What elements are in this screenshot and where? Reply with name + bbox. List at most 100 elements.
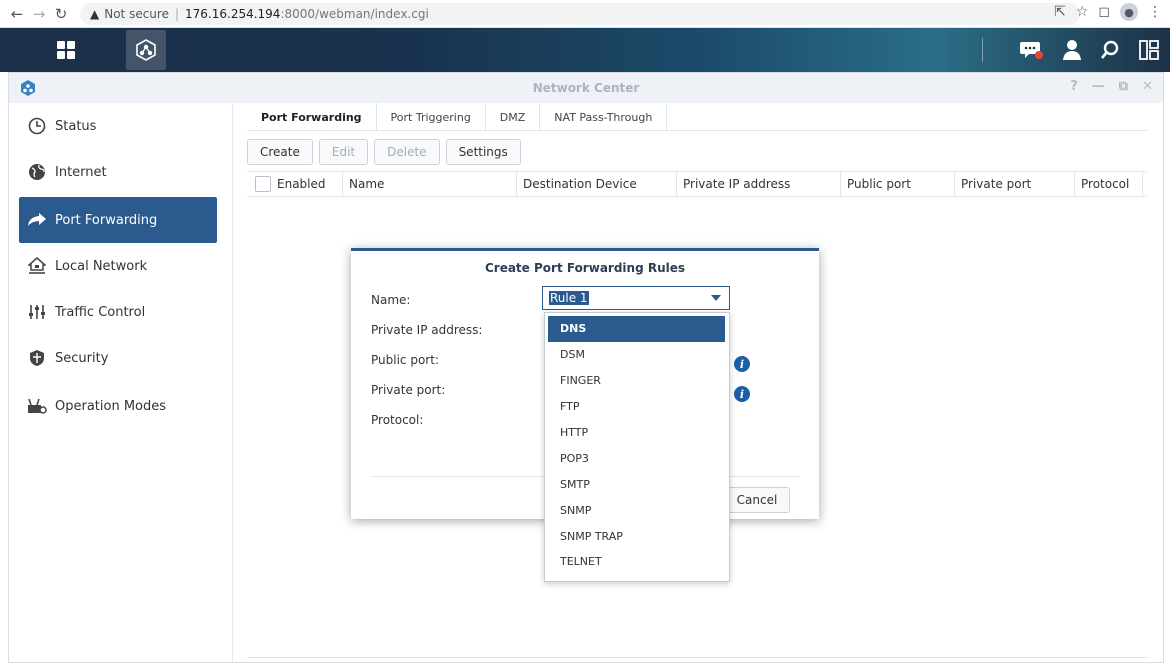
service-dropdown-list: DNS DSM FINGER FTP HTTP POP3 SMTP SNMP S… [544,312,730,582]
sidebar-item-label: Operation Modes [55,398,167,414]
dropdown-option-dsm[interactable]: DSM [548,342,725,368]
url-host: 176.16.254.194 [185,6,281,21]
public-port-label: Public port: [371,353,439,367]
name-label: Name: [371,293,411,307]
create-button[interactable]: Create [247,139,313,165]
sidebar-item-label: Status [55,118,97,134]
status-icon [27,116,47,136]
share-arrow-icon [27,210,47,230]
profile-avatar-icon[interactable]: ● [1120,3,1138,21]
router-gear-icon [27,396,47,416]
grid-bottom-border [247,657,1147,658]
browser-toolbar: ← → ↻ ▲ Not secure | 176.16.254.194:8000… [0,0,1170,28]
private-ip-label: Private IP address: [371,323,483,337]
kebab-menu-icon[interactable]: ⋮ [1148,4,1162,20]
column-private-ip[interactable]: Private IP address [677,171,841,197]
sidebar-item-label: Traffic Control [55,304,146,320]
dropdown-option-dns[interactable]: DNS [548,316,725,342]
sidebar-item-status[interactable]: Status [19,103,217,149]
sidebar-item-internet[interactable]: Internet [19,149,217,195]
sidebar-item-port-forwarding[interactable]: Port Forwarding [19,197,217,243]
chevron-down-icon[interactable] [711,295,721,301]
private-port-info-icon[interactable]: i [734,386,750,402]
sliders-icon [27,302,47,322]
app-logo-icon [21,80,35,96]
tab-port-triggering[interactable]: Port Triggering [377,103,486,131]
sidebar-item-label: Internet [55,164,107,180]
window-titlebar[interactable]: Network Center ? — ⧉ ✕ [9,73,1163,103]
help-icon[interactable]: ? [1070,79,1078,94]
share-icon[interactable]: ⇱ [1054,4,1066,20]
sidebar-item-security[interactable]: Security [19,335,217,381]
sidebar-item-traffic-control[interactable]: Traffic Control [19,289,217,335]
protocol-label: Protocol: [371,413,424,427]
bookmark-star-icon[interactable]: ☆ [1076,4,1089,20]
tab-bar: Port Forwarding Port Triggering DMZ NAT … [247,103,1147,131]
tab-nat-pass-through[interactable]: NAT Pass-Through [540,103,668,131]
address-separator: | [174,6,180,21]
dropdown-option-snmp[interactable]: SNMP [548,497,725,523]
close-icon[interactable]: ✕ [1142,79,1153,94]
column-name[interactable]: Name [343,171,517,197]
column-destination-device[interactable]: Destination Device [517,171,677,197]
column-protocol[interactable]: Protocol [1075,171,1143,197]
dropdown-option-smtp[interactable]: SMTP [548,471,725,497]
sidebar-item-label: Security [55,350,109,366]
widgets-icon[interactable] [1138,39,1160,61]
taskbar-divider [982,38,983,62]
cancel-button[interactable]: Cancel [724,487,790,513]
address-bar[interactable]: ▲ Not secure | 176.16.254.194:8000/webma… [80,2,1080,25]
sidebar-item-operation-modes[interactable]: Operation Modes [19,383,217,429]
globe-icon [27,162,47,182]
toolbar: Create Edit Delete Settings [247,139,1147,165]
settings-button[interactable]: Settings [445,139,521,165]
dropdown-option-ftp[interactable]: FTP [548,394,725,420]
private-port-label: Private port: [371,383,446,397]
tab-port-forwarding[interactable]: Port Forwarding [247,103,377,131]
column-private-port[interactable]: Private port [955,171,1075,197]
delete-button[interactable]: Delete [374,139,440,165]
main-menu-button[interactable] [46,30,86,70]
back-icon[interactable]: ← [6,3,28,25]
dropdown-option-pop3[interactable]: POP3 [548,445,725,471]
column-public-port[interactable]: Public port [841,171,955,197]
dropdown-option-snmp-trap[interactable]: SNMP TRAP [548,523,725,549]
public-port-info-icon[interactable]: i [734,356,750,372]
forward-icon[interactable]: → [28,3,50,25]
sidebar: Status Internet Port Forwarding Local Ne… [9,103,233,662]
name-input-value: Rule 1 [549,291,589,305]
url-path: :8000/webman/index.cgi [280,6,429,21]
security-label: Not secure [104,6,169,21]
search-icon[interactable] [1100,39,1120,61]
reload-icon[interactable]: ↻ [50,3,72,25]
browser-actions: ⇱ ☆ ◻ ● ⋮ [1054,3,1162,21]
sidebar-item-label: Port Forwarding [55,212,158,228]
column-label: Enabled [277,177,326,191]
dialog-title: Create Port Forwarding Rules [484,261,686,275]
tab-dmz[interactable]: DMZ [486,103,541,131]
notification-chat-icon[interactable] [1020,39,1044,61]
window-title: Network Center [532,81,640,95]
rules-table-header: Enabled Name Destination Device Private … [247,171,1147,197]
dropdown-option-http[interactable]: HTTP [548,420,725,446]
dropdown-option-finger[interactable]: FINGER [548,368,725,394]
select-all-checkbox[interactable] [255,176,271,192]
sidepanel-icon[interactable]: ◻ [1098,4,1110,20]
dsm-taskbar [0,28,1170,72]
name-combobox[interactable]: Rule 1 [542,286,730,310]
minimize-icon[interactable]: — [1092,79,1105,94]
taskbar-right [1020,28,1160,72]
network-center-icon [136,39,156,61]
column-enabled[interactable]: Enabled [247,171,343,197]
sidebar-item-label: Local Network [55,258,148,274]
dropdown-option-telnet[interactable]: TELNET [548,549,725,575]
maximize-icon[interactable]: ⧉ [1119,79,1128,94]
shield-icon [27,348,47,368]
sidebar-item-local-network[interactable]: Local Network [19,243,217,289]
edit-button[interactable]: Edit [318,139,369,165]
home-network-icon [27,256,47,276]
user-icon[interactable] [1062,39,1082,61]
network-center-taskbar-button[interactable] [126,30,166,70]
main-menu-grid-icon [57,41,75,59]
window-controls: ? — ⧉ ✕ [1070,79,1153,94]
